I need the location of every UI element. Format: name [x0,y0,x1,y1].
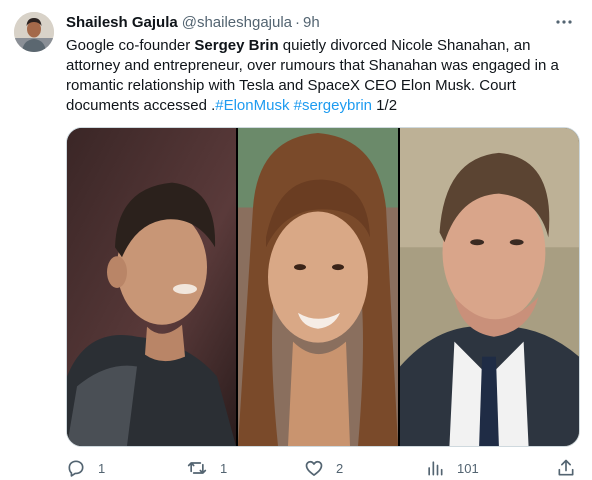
reply-icon [68,460,84,477]
reply-count: 1 [98,460,106,476]
reply-button[interactable]: 1 [66,458,105,478]
avatar-image [14,12,54,52]
hashtag-link[interactable]: #sergeybrin [294,97,372,114]
views-button[interactable]: 101 [425,458,479,478]
photo-image [67,128,236,446]
tweet-actions: 1 1 2 101 [66,458,582,480]
like-button[interactable]: 2 [304,458,343,478]
like-count: 2 [336,460,344,476]
mention-name: Sergey Brin [194,37,279,54]
author-handle[interactable]: @shaileshgajula [182,14,292,31]
retweet-icon [187,462,207,474]
tweet-text: Google co-founder Sergey Brin quietly di… [66,36,582,116]
more-options-button[interactable] [552,10,576,34]
like-icon [305,460,323,476]
media-photo[interactable] [400,128,579,446]
tweet-header: Shailesh Gajula @shaileshgajula · 9h [66,12,320,32]
author-avatar[interactable] [14,12,54,52]
more-dots-icon [556,20,572,24]
tweet-timestamp[interactable]: 9h [303,14,320,31]
photo-image [238,128,398,446]
tweet-text-part: Google co-founder [66,37,195,54]
media-photo[interactable] [238,128,398,446]
retweet-button[interactable]: 1 [186,458,227,478]
media-photo[interactable] [67,128,236,446]
separator-dot: · [295,13,301,31]
retweet-count: 1 [220,460,228,476]
tweet[interactable]: Shailesh Gajula @shaileshgajula · 9h Goo… [0,0,592,480]
views-icon [428,461,443,476]
share-icon [558,459,574,476]
share-button[interactable] [556,458,576,478]
views-count: 101 [457,460,479,476]
media-grid [66,127,580,447]
photo-image [400,128,579,446]
hashtag-link[interactable]: #ElonMusk [215,97,289,114]
author-name[interactable]: Shailesh Gajula [66,14,178,31]
tweet-text-part: 1/2 [372,97,398,114]
